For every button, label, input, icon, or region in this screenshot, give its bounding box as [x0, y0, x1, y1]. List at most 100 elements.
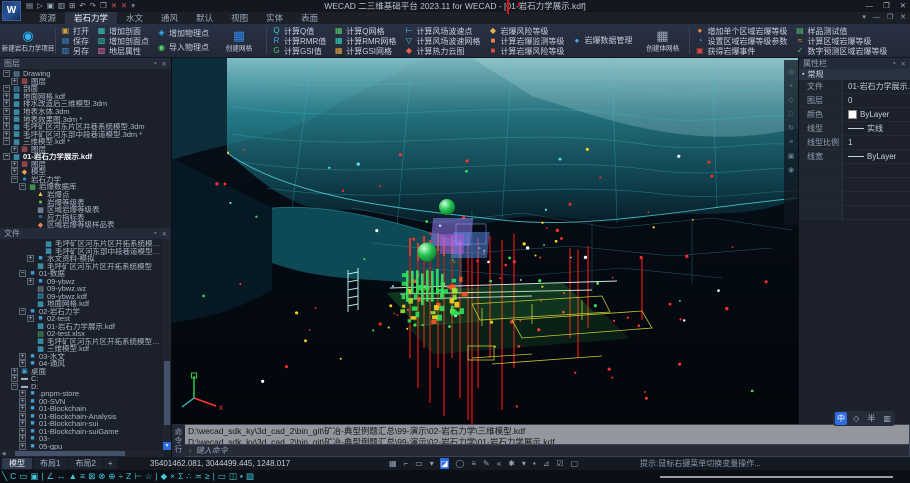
close-icon[interactable]: ✕	[901, 60, 906, 68]
tree-item[interactable]: +■01-Blockchain-suiGame	[0, 428, 163, 436]
ribbon-button[interactable]: ■计算岩爆风险等级	[488, 46, 564, 56]
drawing-tool-icon[interactable]: ▨	[246, 470, 254, 483]
tree-item[interactable]: −■01-数据	[0, 270, 163, 278]
viewport[interactable]: x ◎+◇□↻≡▣◉	[172, 58, 798, 424]
status-icon[interactable]: ◪	[440, 458, 450, 469]
ribbon-button[interactable]: ◆计算热力云图	[404, 46, 480, 56]
tree-item[interactable]: ▤02-test.xlsx	[0, 330, 163, 338]
ribbon-button[interactable]: Q计算Q值	[272, 26, 326, 36]
tree-item[interactable]: +■04-通风	[0, 360, 163, 368]
tree-item[interactable]: +◆模型	[0, 168, 171, 176]
restore-button[interactable]: ❐	[883, 0, 890, 12]
tree-item[interactable]: +■09-ybwz	[0, 278, 163, 286]
drawing-tool-icon[interactable]: ⊢	[134, 470, 141, 483]
tree-item[interactable]: +▣桌面	[0, 368, 163, 376]
open-file-icon[interactable]: ▷	[37, 0, 43, 12]
doc-restore-button[interactable]: ❐	[887, 13, 893, 23]
tree-item[interactable]: −▤Drawing	[0, 70, 171, 78]
doc-menu-icon[interactable]: ▾	[862, 13, 866, 23]
tree-expander-icon[interactable]: +	[19, 428, 26, 435]
tree-item[interactable]: +■03-	[0, 435, 163, 443]
drawing-tool-icon[interactable]: Z	[126, 470, 131, 483]
tree-expander-icon[interactable]: +	[19, 398, 26, 405]
tree-item[interactable]: +▬C:	[0, 375, 163, 383]
ribbon-tab-表面[interactable]: 表面	[292, 12, 327, 24]
layout-tab-+[interactable]: +	[104, 458, 117, 469]
ribbon-button[interactable]: ▦创建体网格	[636, 25, 688, 56]
drawing-tool-icon[interactable]: ▭	[19, 470, 27, 483]
ribbon-button[interactable]: ▦增加剖面	[97, 26, 149, 36]
tree-item[interactable]: +■水文资料-模拟	[0, 255, 163, 263]
delete-icon[interactable]: ✕	[111, 0, 117, 12]
save-icon[interactable]: ▣	[47, 0, 54, 12]
window-icon[interactable]: ❐	[100, 0, 107, 12]
command-input-placeholder[interactable]: 键入命令	[196, 445, 228, 456]
tree-expander-icon[interactable]: −	[11, 383, 18, 390]
viewport-tool-icon[interactable]: ▣	[788, 153, 795, 160]
tree-expander-icon[interactable]: −	[3, 85, 10, 92]
drawing-tool-icon[interactable]: ⊠	[88, 470, 95, 483]
tree-item[interactable]: +▦地面网格.kdf	[0, 93, 171, 101]
tree-expander-icon[interactable]: +	[19, 413, 26, 420]
drawing-tool-icon[interactable]: |	[213, 470, 215, 483]
tree-item[interactable]: ▦01-岩石力学展示.kdf	[0, 323, 163, 331]
property-value[interactable]: ByLayer	[843, 110, 910, 119]
tree-expander-icon[interactable]: −	[3, 153, 10, 160]
tree-expander-icon[interactable]: +	[3, 108, 10, 115]
tree-item[interactable]: −▦01-岩石力学展示.kdf	[0, 153, 171, 161]
tree-item[interactable]: +■01-Blockchain-Analysis	[0, 413, 163, 421]
ribbon-button[interactable]: ◈增加物理点	[157, 28, 209, 38]
drawing-tool-icon[interactable]: ≥	[205, 470, 210, 483]
command-history[interactable]: D:\wecad_sdk_ky\3d_cad_2\bin_git\矿冶-典型例题…	[185, 425, 909, 444]
drawing-tool-icon[interactable]: ☆	[145, 470, 153, 483]
ribbon-button[interactable]: ▦计算GSI网格	[334, 46, 396, 56]
undo-icon[interactable]: ↶	[79, 0, 85, 12]
property-row[interactable]: 线宽ByLayer	[799, 150, 910, 164]
minimize-button[interactable]: —	[865, 0, 873, 12]
viewport-tool-icon[interactable]: ◉	[788, 167, 794, 174]
property-row[interactable]: 线型实线	[799, 122, 910, 136]
files-horizontal-scrollbar[interactable]: ◀	[0, 450, 163, 457]
tree-expander-icon[interactable]: +	[3, 116, 10, 123]
viewport-3d-scene[interactable]: x ◎+◇□↻≡▣◉	[172, 58, 798, 424]
osnap-toggle[interactable]: ◇	[851, 412, 861, 425]
ribbon-button[interactable]: ▤样品测试值	[795, 26, 887, 36]
ribbon-button[interactable]: ▣获得岩爆事件	[695, 46, 787, 56]
ribbon-button[interactable]: ■计算岩爆监测等级	[488, 36, 564, 46]
tree-item[interactable]: +▦地表水体.3dm	[0, 108, 171, 116]
print-icon[interactable]: ⊞	[69, 0, 75, 12]
ribbon-button[interactable]: ●岩爆数据管理	[572, 36, 632, 46]
drawing-tool-icon[interactable]: |	[41, 470, 43, 483]
qat-more-icon[interactable]: ▾	[131, 0, 135, 12]
pin-icon[interactable]: ▪	[154, 230, 156, 238]
drawing-tool-icon[interactable]: ⊗	[98, 470, 105, 483]
tree-item[interactable]: −▦岩爆数据库	[0, 183, 171, 191]
tree-item[interactable]: ▦三维模型.kdf	[0, 345, 163, 353]
tree-item[interactable]: +▦图层	[0, 78, 171, 86]
tree-item[interactable]: +▦图层	[0, 161, 171, 169]
tree-expander-icon[interactable]: −	[19, 270, 26, 277]
tree-expander-icon[interactable]: +	[19, 443, 26, 450]
tree-item[interactable]: +▦地表效果图.3dm *	[0, 115, 171, 123]
tree-item[interactable]: −▦三维模型.kdf *	[0, 138, 171, 146]
property-value[interactable]: 实线	[843, 123, 910, 134]
tree-item[interactable]: ▤09-ybwz.wz	[0, 285, 163, 293]
tree-expander-icon[interactable]: +	[11, 78, 18, 85]
status-icon[interactable]: ▪	[532, 458, 537, 469]
tree-item[interactable]: +■05-gpu	[0, 443, 163, 451]
tree-item[interactable]: +■02-test	[0, 315, 163, 323]
tree-expander-icon[interactable]: +	[27, 315, 34, 322]
status-icon[interactable]: ◯	[454, 458, 465, 469]
drawing-tool-icon[interactable]: ↔	[57, 470, 66, 483]
halfwidth-toggle[interactable]: 半	[865, 412, 877, 425]
tree-item[interactable]: ●岩爆等级表	[0, 198, 171, 206]
drawing-tool-icon[interactable]: ▣	[30, 470, 38, 483]
properties-group-header[interactable]: ▪ 常规	[799, 69, 910, 80]
grid-toggle[interactable]: ▥	[881, 412, 893, 425]
ribbon-button[interactable]: ▦创建网格	[213, 25, 265, 56]
ribbon-button[interactable]: ≈计算区域岩爆等级	[795, 36, 887, 46]
layout-tab-布局2[interactable]: 布局2	[68, 458, 102, 469]
tree-expander-icon[interactable]: +	[19, 405, 26, 412]
scroll-down-icon[interactable]: ▼	[163, 442, 171, 450]
tree-item[interactable]: ◆区域岩爆等级样品表	[0, 221, 171, 228]
